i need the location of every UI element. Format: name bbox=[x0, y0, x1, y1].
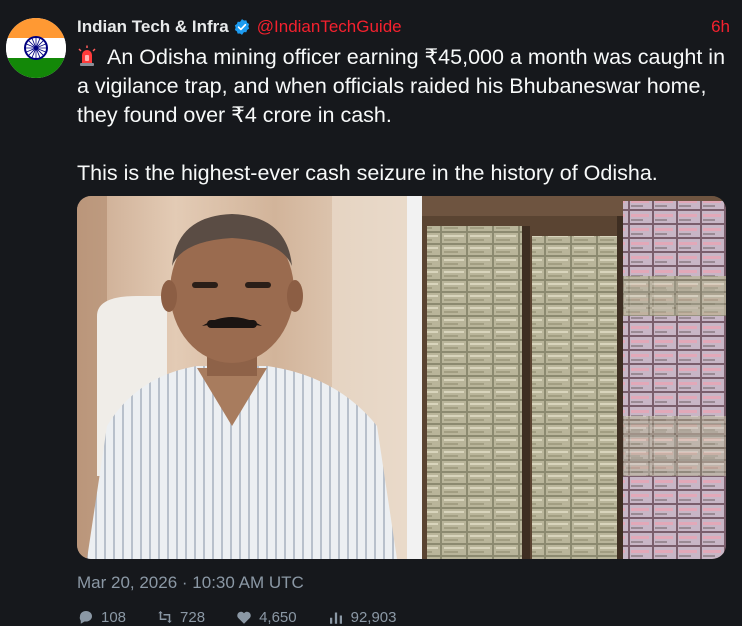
siren-icon bbox=[77, 45, 97, 67]
post-text: An Odisha mining officer earning ₹45,000… bbox=[77, 43, 727, 188]
post-actions: 108 728 4,650 92,903 bbox=[77, 608, 397, 626]
reply-button[interactable]: 108 bbox=[77, 608, 126, 626]
repost-button[interactable]: 728 bbox=[156, 608, 205, 626]
verified-badge-icon bbox=[233, 18, 251, 36]
reply-count: 108 bbox=[101, 608, 127, 626]
reply-icon bbox=[79, 611, 92, 624]
repost-count: 728 bbox=[180, 608, 206, 626]
post-time[interactable]: 6h bbox=[711, 17, 730, 37]
author-handle[interactable]: @IndianTechGuide bbox=[257, 17, 402, 37]
views-icon bbox=[329, 612, 342, 624]
like-count: 4,650 bbox=[259, 608, 297, 626]
post-header: Indian Tech & Infra @IndianTechGuide 6h bbox=[77, 15, 730, 39]
post-text-line-1: An Odisha mining officer earning ₹45,000… bbox=[77, 45, 726, 127]
author-name[interactable]: Indian Tech & Infra bbox=[77, 17, 229, 37]
india-flag-avatar-icon bbox=[6, 18, 66, 78]
like-button[interactable]: 4,650 bbox=[235, 608, 297, 626]
photo-illustration bbox=[77, 196, 726, 559]
author-avatar[interactable] bbox=[6, 18, 66, 78]
views-count: 92,903 bbox=[350, 608, 397, 626]
views-button[interactable]: 92,903 bbox=[327, 608, 397, 626]
like-icon bbox=[237, 611, 251, 624]
repost-icon bbox=[158, 611, 172, 623]
post-text-line-2: This is the highest-ever cash seizure in… bbox=[77, 161, 658, 185]
post-paragraph-1: An Odisha mining officer earning ₹45,000… bbox=[77, 43, 727, 130]
post-photo[interactable] bbox=[77, 196, 726, 559]
post-paragraph-2: This is the highest-ever cash seizure in… bbox=[77, 159, 727, 188]
post-timestamp[interactable]: Mar 20, 2026 · 10:30 AM UTC bbox=[77, 573, 304, 593]
